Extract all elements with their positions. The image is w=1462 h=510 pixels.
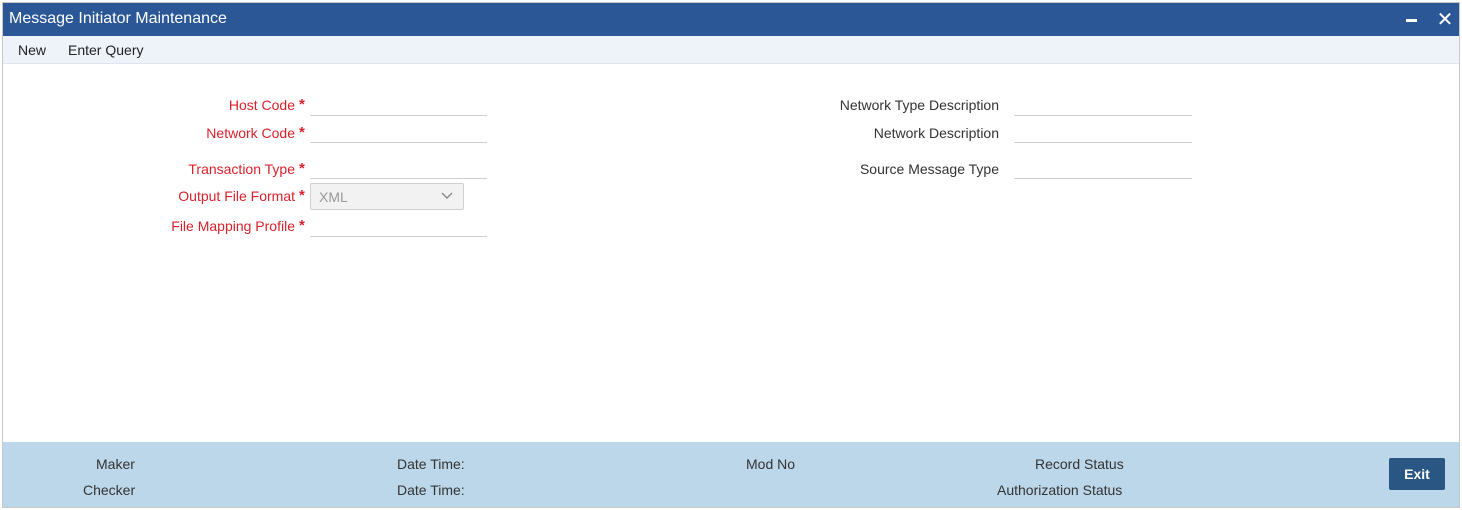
- file-mapping-profile-label: File Mapping Profile: [171, 218, 295, 234]
- chevron-down-icon: [441, 192, 453, 199]
- mod-no-label: Mod No: [746, 456, 796, 472]
- exit-button[interactable]: Exit: [1389, 458, 1445, 490]
- transaction-type-label: Transaction Type: [188, 161, 295, 177]
- host-code-label: Host Code: [228, 97, 295, 113]
- record-status-label: Record Status: [1035, 456, 1124, 472]
- output-file-format-label: Output File Format: [178, 188, 295, 204]
- audit-footer: Maker Checker Date Time: Date Time: Mod …: [3, 442, 1459, 507]
- network-description-label: Network Description: [873, 125, 999, 141]
- close-button[interactable]: ✕: [1433, 3, 1457, 36]
- network-code-required-marker: *: [299, 124, 305, 141]
- network-code-label: Network Code: [206, 125, 295, 141]
- network-description-input[interactable]: [1014, 119, 1192, 143]
- network-code-input[interactable]: [310, 119, 487, 143]
- maker-label: Maker: [96, 456, 135, 472]
- host-code-input[interactable]: [310, 92, 487, 116]
- network-type-description-label: Network Type Description: [839, 97, 999, 113]
- transaction-type-required-marker: *: [299, 160, 305, 177]
- authorization-status-label: Authorization Status: [997, 482, 1123, 498]
- minimize-button[interactable]: [1399, 3, 1423, 36]
- close-icon: ✕: [1436, 8, 1454, 31]
- file-mapping-profile-input[interactable]: [310, 213, 487, 237]
- source-message-type-label: Source Message Type: [859, 161, 999, 177]
- output-file-format-value: XML: [319, 189, 348, 205]
- window-title: Message Initiator Maintenance: [9, 10, 227, 27]
- minimize-icon: [1405, 19, 1417, 22]
- source-message-type-input[interactable]: [1014, 155, 1192, 179]
- maintenance-form: Host Code * Network Code * Transaction T…: [3, 64, 1459, 442]
- network-type-description-input[interactable]: [1014, 92, 1192, 116]
- toolbar: New Enter Query: [3, 36, 1459, 64]
- title-bar: Message Initiator Maintenance ✕: [3, 3, 1459, 36]
- host-code-required-marker: *: [299, 96, 305, 113]
- transaction-type-input[interactable]: [310, 155, 487, 179]
- checker-date-time-label: Date Time:: [397, 482, 465, 498]
- file-mapping-profile-required-marker: *: [299, 217, 305, 234]
- output-file-format-required-marker: *: [299, 187, 305, 204]
- maker-date-time-label: Date Time:: [397, 456, 465, 472]
- output-file-format-select[interactable]: XML: [310, 183, 464, 210]
- message-initiator-window: Message Initiator Maintenance ✕ New Ente…: [2, 2, 1460, 508]
- new-button[interactable]: New: [18, 42, 46, 58]
- checker-label: Checker: [83, 482, 136, 498]
- enter-query-button[interactable]: Enter Query: [68, 42, 143, 58]
